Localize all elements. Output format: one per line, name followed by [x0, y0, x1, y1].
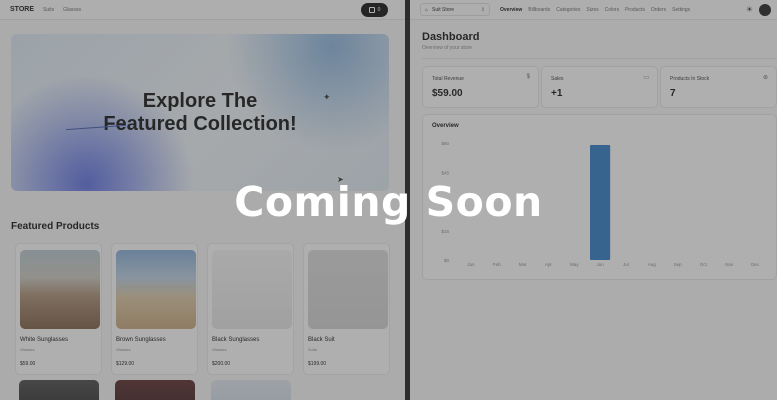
coming-soon-overlay: Coming Soon — [0, 0, 777, 400]
coming-soon-text: Coming Soon — [234, 178, 543, 226]
screenshot-stage: STORE Suits Glasses 0 Explore The Featur… — [0, 0, 777, 400]
